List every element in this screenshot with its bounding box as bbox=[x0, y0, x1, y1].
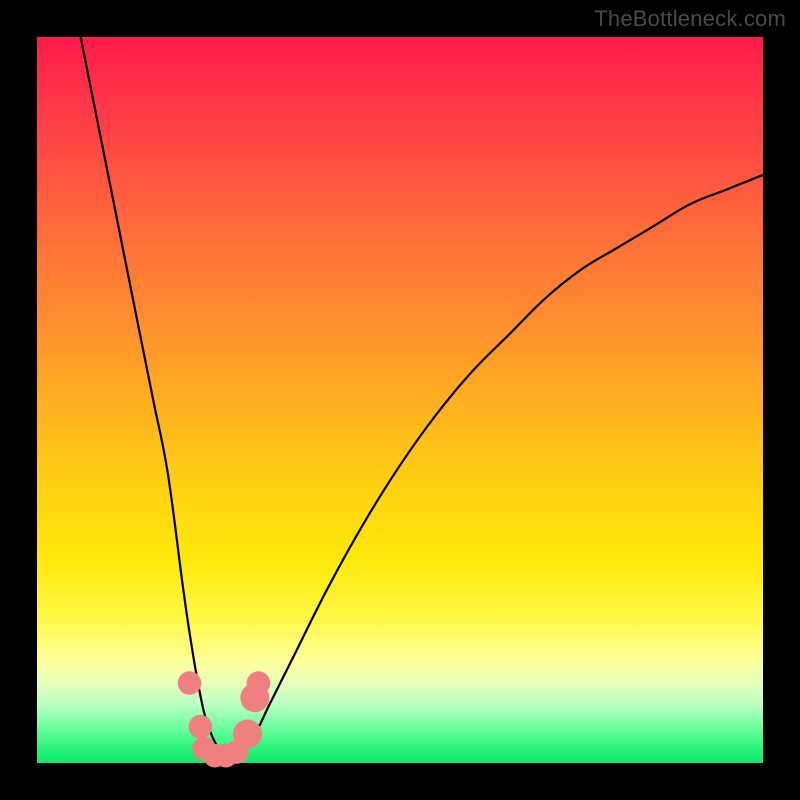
chart-frame: TheBottleneck.com bbox=[0, 0, 800, 800]
curve-marker bbox=[233, 720, 262, 749]
curve-marker bbox=[189, 715, 213, 739]
curve-markers bbox=[178, 671, 271, 767]
curve-marker bbox=[247, 671, 271, 695]
curve-marker bbox=[178, 671, 202, 695]
watermark-text: TheBottleneck.com bbox=[594, 6, 786, 32]
plot-area bbox=[37, 37, 763, 763]
curve-path bbox=[81, 37, 763, 757]
bottleneck-curve bbox=[37, 37, 763, 763]
